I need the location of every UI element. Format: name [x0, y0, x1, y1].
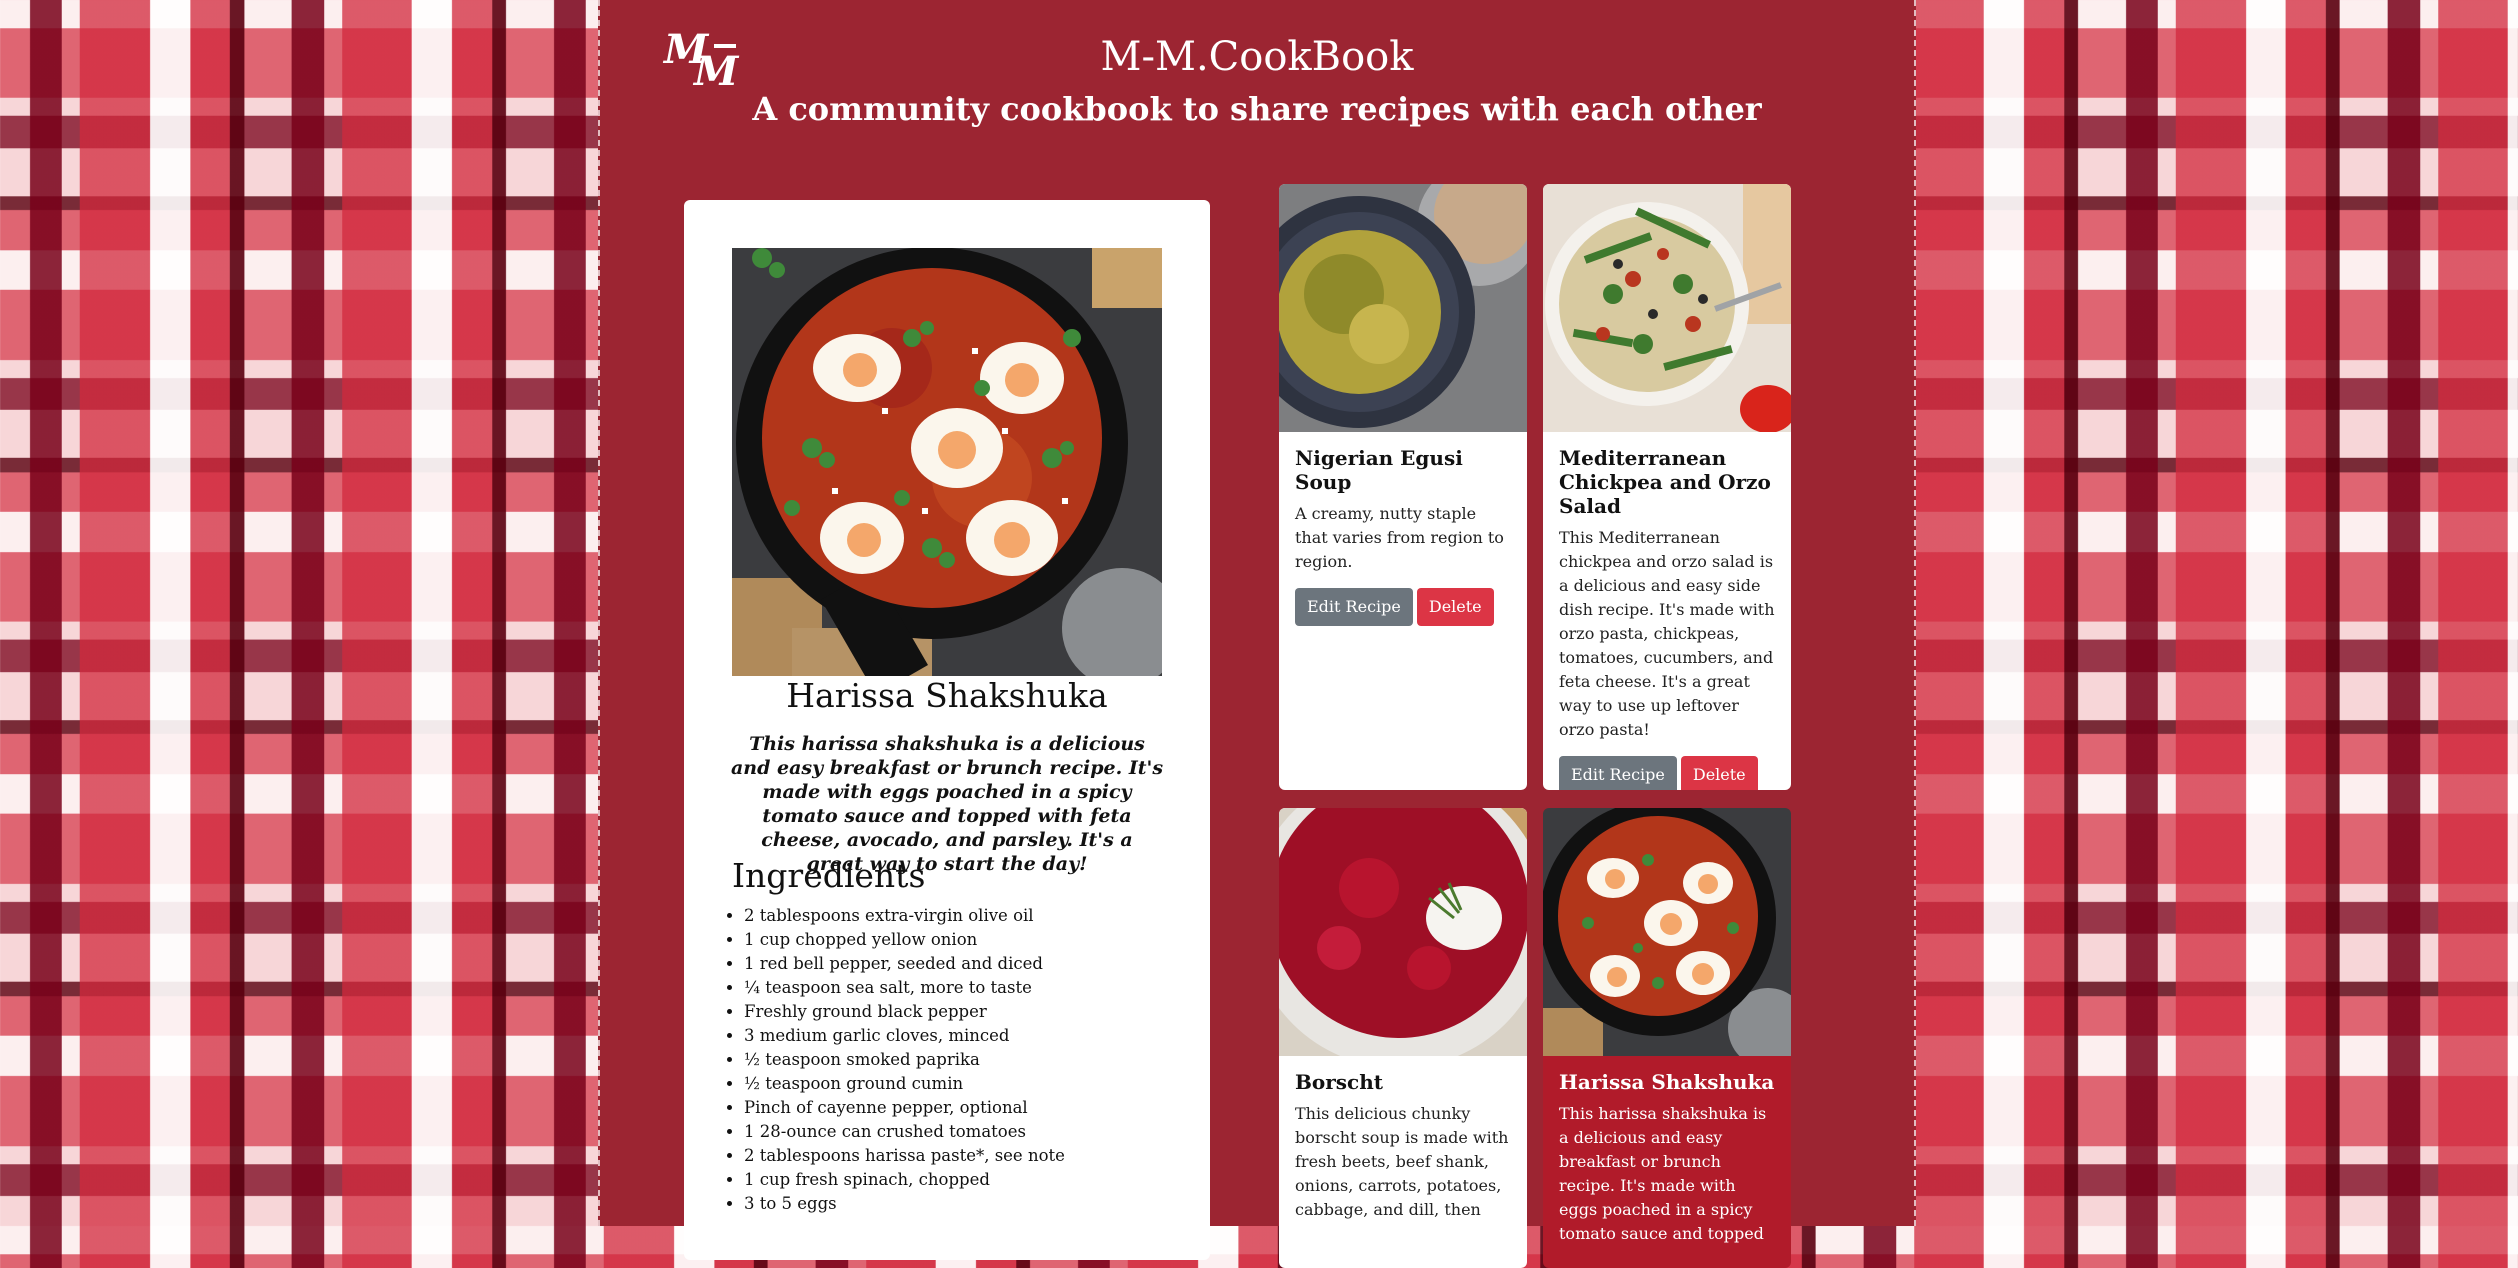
- featured-recipe-description: This harissa shakshuka is a delicious an…: [730, 733, 1164, 875]
- recipe-card-title[interactable]: Nigerian Egusi Soup: [1295, 446, 1511, 494]
- featured-recipe-panel: Harissa Shakshuka This harissa shakshuka…: [684, 200, 1210, 1260]
- featured-recipe-title: Harissa Shakshuka: [786, 676, 1108, 715]
- ingredient-item: Pinch of cayenne pepper, optional: [744, 1096, 1065, 1120]
- ingredient-item: 3 medium garlic cloves, minced: [744, 1024, 1065, 1048]
- ingredient-item: 2 tablespoons harissa paste*, see note: [744, 1144, 1065, 1168]
- main-column: M M M-M.CookBook A community cookbook to…: [598, 0, 1916, 1268]
- recipe-card-image: [1543, 184, 1791, 432]
- ingredient-item: ½ teaspoon smoked paprika: [744, 1048, 1065, 1072]
- ingredients-list: 2 tablespoons extra-virgin olive oil 1 c…: [732, 904, 1065, 1216]
- recipe-card-image: [1279, 808, 1527, 1056]
- recipe-card-title[interactable]: Mediterranean Chickpea and Orzo Salad: [1559, 446, 1775, 518]
- ingredient-item: ½ teaspoon ground cumin: [744, 1072, 1065, 1096]
- delete-recipe-button[interactable]: Delete: [1416, 588, 1494, 626]
- ingredient-item: Freshly ground black pepper: [744, 1000, 1065, 1024]
- ingredients-heading: Ingredients: [732, 856, 926, 895]
- recipe-card-description: This delicious chunky borscht soup is ma…: [1295, 1104, 1509, 1219]
- edit-recipe-button[interactable]: Edit Recipe: [1559, 756, 1677, 790]
- recipe-card-title[interactable]: Borscht: [1295, 1070, 1511, 1094]
- site-subtitle: A community cookbook to share recipes wi…: [752, 90, 1762, 128]
- recipe-card-image: [1543, 808, 1791, 1056]
- recipe-card-image: [1279, 184, 1527, 432]
- recipe-card-description: This harissa shakshuka is a delicious an…: [1559, 1104, 1767, 1243]
- ingredient-item: 3 to 5 eggs: [744, 1192, 1065, 1216]
- ingredient-item: 1 cup chopped yellow onion: [744, 928, 1065, 952]
- recipe-card-title[interactable]: Harissa Shakshuka: [1559, 1070, 1775, 1094]
- recipe-card-egusi[interactable]: Nigerian Egusi Soup A creamy, nutty stap…: [1279, 184, 1527, 790]
- delete-recipe-button[interactable]: Delete: [1680, 756, 1758, 790]
- ingredient-item: 2 tablespoons extra-virgin olive oil: [744, 904, 1065, 928]
- featured-recipe-image: [732, 248, 1162, 676]
- ingredient-item: 1 cup fresh spinach, chopped: [744, 1168, 1065, 1192]
- recipe-card-shakshuka[interactable]: Harissa Shakshuka This harissa shakshuka…: [1543, 808, 1791, 1268]
- ingredient-item: 1 28-ounce can crushed tomatoes: [744, 1120, 1065, 1144]
- ingredient-item: ¼ teaspoon sea salt, more to taste: [744, 976, 1065, 1000]
- recipe-card-chickpea-orzo[interactable]: Mediterranean Chickpea and Orzo Salad Th…: [1543, 184, 1791, 790]
- recipe-card-description: This Mediterranean chickpea and orzo sal…: [1559, 528, 1775, 739]
- site-title: M-M.CookBook: [1100, 34, 1414, 80]
- ingredient-item: 1 red bell pepper, seeded and diced: [744, 952, 1065, 976]
- edit-recipe-button[interactable]: Edit Recipe: [1295, 588, 1413, 626]
- recipe-card-borscht[interactable]: Borscht This delicious chunky borscht so…: [1279, 808, 1527, 1268]
- recipe-card-description: A creamy, nutty staple that varies from …: [1295, 504, 1504, 571]
